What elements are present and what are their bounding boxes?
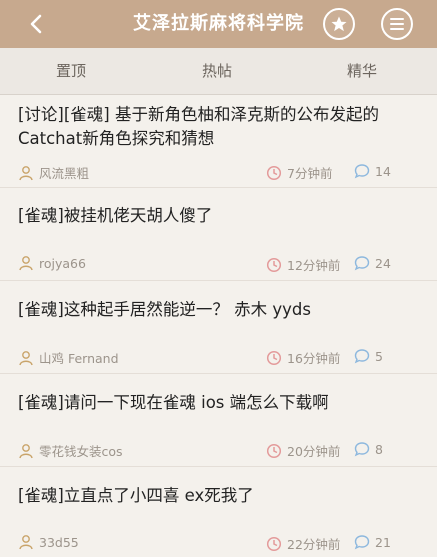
- comment-count: 24: [375, 255, 391, 271]
- post-meta: 风流黑粗 7分钟前 14: [18, 163, 419, 183]
- list-item[interactable]: [雀魂]立直点了小四喜 ex死我了 33d55 22分钟前 21: [0, 467, 437, 557]
- menu-button[interactable]: [381, 8, 413, 40]
- post-time: 12分钟前: [287, 258, 341, 273]
- post-time: 16分钟前: [287, 351, 341, 366]
- favorite-button[interactable]: [323, 8, 355, 40]
- tab-pinned[interactable]: 置顶: [11, 48, 131, 94]
- tab-featured[interactable]: 精华: [302, 48, 422, 94]
- comment-icon: [354, 442, 370, 457]
- menu-icon: [390, 18, 404, 30]
- post-title: [雀魂]立直点了小四喜 ex死我了: [18, 486, 254, 505]
- author-name[interactable]: 山鸡 Fernand: [39, 348, 119, 367]
- user-icon: [19, 256, 33, 271]
- post-title: [讨论][雀魂] 基于新角色柚和泽克斯的公布发起的 Catchat新角色探究和猜…: [18, 105, 379, 148]
- comment-icon: [354, 256, 370, 271]
- comment-count: 21: [375, 534, 391, 550]
- user-icon: [19, 165, 33, 180]
- post-meta: 山鸡 Fernand 16分钟前 5: [18, 348, 419, 368]
- comment-icon: [354, 535, 370, 550]
- clock-icon: [266, 350, 282, 365]
- page-title: 艾泽拉斯麻将科学院: [133, 13, 304, 34]
- app-header: 艾泽拉斯麻将科学院: [0, 0, 437, 48]
- clock-icon: [266, 443, 282, 458]
- comment-count: 14: [375, 163, 391, 179]
- comment-count: 5: [375, 348, 383, 364]
- list-item[interactable]: [雀魂]被挂机佬天胡人傻了 rojya66 12分钟前 24: [0, 188, 437, 281]
- user-icon: [19, 443, 33, 458]
- post-time: 22分钟前: [287, 537, 341, 552]
- comment-icon: [354, 164, 370, 179]
- post-meta: rojya66 12分钟前 24: [18, 255, 419, 275]
- clock-icon: [266, 257, 282, 272]
- post-meta: 33d55 22分钟前 21: [18, 534, 419, 554]
- post-time: 7分钟前: [287, 166, 333, 181]
- post-title: [雀魂]这种起手居然能逆一？ 赤木 yyds: [18, 300, 311, 319]
- author-name[interactable]: 零花钱女装cos: [39, 441, 123, 460]
- post-title: [雀魂]请问一下现在雀魂 ios 端怎么下载啊: [18, 393, 329, 412]
- tab-hot[interactable]: 热帖: [157, 48, 277, 94]
- list-item[interactable]: [雀魂]这种起手居然能逆一？ 赤木 yyds 山鸡 Fernand 16分钟前 …: [0, 281, 437, 374]
- star-icon: [331, 16, 347, 32]
- list-item[interactable]: [雀魂]请问一下现在雀魂 ios 端怎么下载啊 零花钱女装cos 20分钟前 8: [0, 374, 437, 467]
- clock-icon: [266, 165, 282, 180]
- post-title: [雀魂]被挂机佬天胡人傻了: [18, 206, 213, 225]
- user-icon: [19, 535, 33, 550]
- comment-count: 8: [375, 441, 383, 457]
- user-icon: [19, 350, 33, 365]
- tab-bar: 置顶 热帖 精华: [0, 48, 437, 95]
- author-name[interactable]: 风流黑粗: [39, 163, 89, 182]
- author-name[interactable]: 33d55: [39, 535, 79, 550]
- author-name[interactable]: rojya66: [39, 256, 86, 271]
- comment-icon: [354, 349, 370, 364]
- post-meta: 零花钱女装cos 20分钟前 8: [18, 441, 419, 461]
- list-item[interactable]: [讨论][雀魂] 基于新角色柚和泽克斯的公布发起的 Catchat新角色探究和猜…: [0, 95, 437, 188]
- post-time: 20分钟前: [287, 444, 341, 459]
- clock-icon: [266, 536, 282, 551]
